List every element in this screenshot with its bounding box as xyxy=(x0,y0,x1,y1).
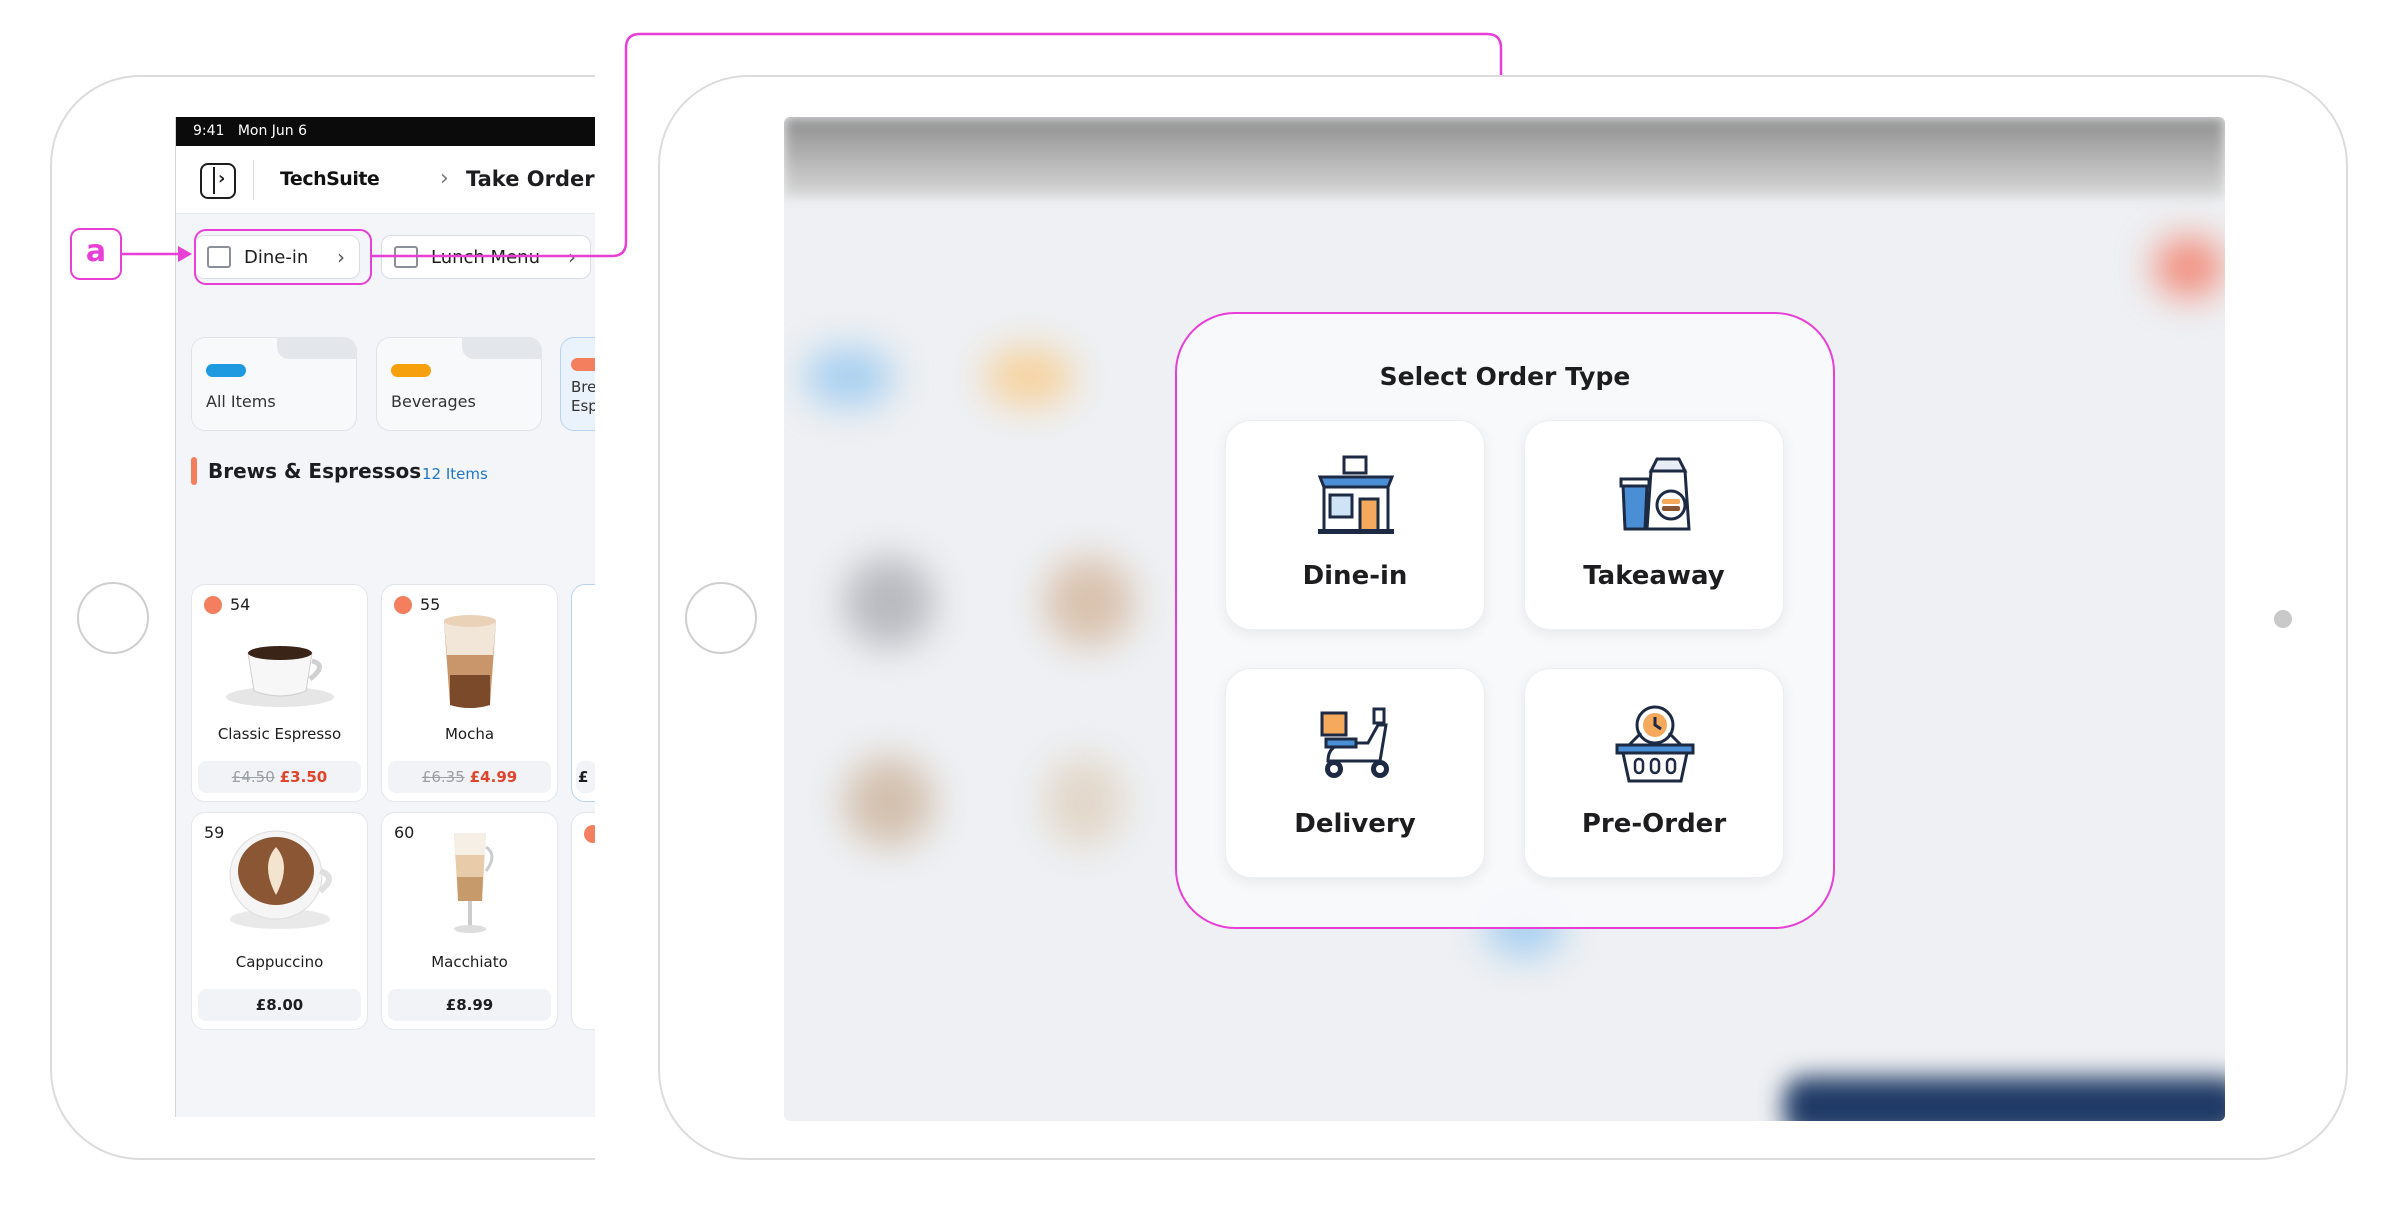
category-all-items[interactable]: All Items xyxy=(191,337,357,431)
product-card[interactable]: 54 Classic Espresso £4.50 £3.50 xyxy=(191,584,368,802)
annotation-highlight-box xyxy=(194,229,372,285)
camera-dot xyxy=(2274,610,2292,628)
product-price: £6.35 £4.99 xyxy=(388,761,551,793)
category-label: All Items xyxy=(206,392,276,411)
order-option-dine-in[interactable]: Dine-in xyxy=(1225,420,1485,630)
mocha-glass-image xyxy=(443,615,496,708)
page-title: Take Order xyxy=(466,167,595,191)
home-button[interactable] xyxy=(685,582,757,654)
sidebar-toggle-icon[interactable]: › xyxy=(200,163,236,199)
option-label: Delivery xyxy=(1294,809,1416,839)
basket-clock-icon xyxy=(1615,705,1695,783)
app-header: › TechSuite › Take Order xyxy=(176,146,595,214)
category-label: Beverages xyxy=(391,392,476,411)
product-name: Cappuccino xyxy=(235,953,324,971)
home-button[interactable] xyxy=(77,582,149,654)
category-label-partial: BreEsp xyxy=(571,378,595,415)
menu-grid-icon xyxy=(394,246,418,268)
category-color-bar xyxy=(206,364,246,377)
brand-logo[interactable]: TechSuite xyxy=(280,168,380,190)
category-color-bar xyxy=(391,364,431,377)
status-dot xyxy=(394,595,412,614)
category-color-bar xyxy=(571,358,595,371)
product-name: Mocha xyxy=(444,725,495,743)
category-brews-espressos[interactable]: BreEsp xyxy=(560,337,595,431)
product-card[interactable]: 59 Cappuccino £8.00 xyxy=(191,812,368,1030)
section-title: Brews & Espressos xyxy=(208,459,422,483)
product-card-partial[interactable]: £ xyxy=(571,584,595,802)
status-bar: 9:41 Mon Jun 6 xyxy=(176,117,595,146)
product-price: £ xyxy=(576,761,595,793)
scooter-icon xyxy=(1320,707,1389,778)
chevron-right-icon: › xyxy=(568,245,576,269)
blurred-header xyxy=(784,117,2225,197)
product-price: £8.99 xyxy=(388,989,551,1021)
product-name: Classic Espresso xyxy=(217,725,342,743)
blurred-footer xyxy=(1784,1077,2225,1121)
status-date: Mon Jun 6 xyxy=(237,123,308,139)
espresso-cup-image xyxy=(225,646,334,707)
storefront-icon xyxy=(1317,455,1395,534)
status-dot xyxy=(584,825,595,843)
option-label: Takeaway xyxy=(1583,561,1725,591)
product-card[interactable]: 55 Mocha £6.35 £4.99 xyxy=(381,584,558,802)
product-name: Macchiato xyxy=(431,953,508,971)
header-divider xyxy=(253,160,254,200)
cappuccino-cup-image xyxy=(229,830,332,929)
option-label: Pre-Order xyxy=(1581,809,1727,839)
category-beverages[interactable]: Beverages xyxy=(376,337,542,431)
annotation-label: a xyxy=(70,228,122,280)
order-option-delivery[interactable]: Delivery xyxy=(1225,668,1485,878)
option-label: Dine-in xyxy=(1302,561,1408,591)
product-price: £8.00 xyxy=(198,989,361,1021)
breadcrumb-chevron-icon: › xyxy=(440,166,449,191)
order-option-takeaway[interactable]: Takeaway xyxy=(1524,420,1784,630)
menu-selector[interactable]: Lunch Menu › xyxy=(381,235,591,279)
modal-title: Select Order Type xyxy=(1379,362,1631,391)
status-dot xyxy=(204,595,222,614)
macchiato-glass-image xyxy=(453,833,493,933)
product-card[interactable]: 60 Macchiato £8.99 xyxy=(381,812,558,1030)
product-number: 60 xyxy=(394,823,415,842)
section-item-count: 12 Items xyxy=(422,465,488,483)
section-accent xyxy=(191,457,197,485)
takeaway-bag-icon xyxy=(1619,457,1691,531)
product-card-partial[interactable] xyxy=(571,812,595,1030)
status-time: 9:41 xyxy=(193,123,225,139)
menu-label: Lunch Menu xyxy=(431,246,540,268)
product-number: 54 xyxy=(204,595,250,614)
order-option-pre-order[interactable]: Pre-Order xyxy=(1524,668,1784,878)
product-price: £4.50 £3.50 xyxy=(198,761,361,793)
select-order-type-modal: Select Order Type Dine-in Takeaway Deliv… xyxy=(1175,312,1835,929)
